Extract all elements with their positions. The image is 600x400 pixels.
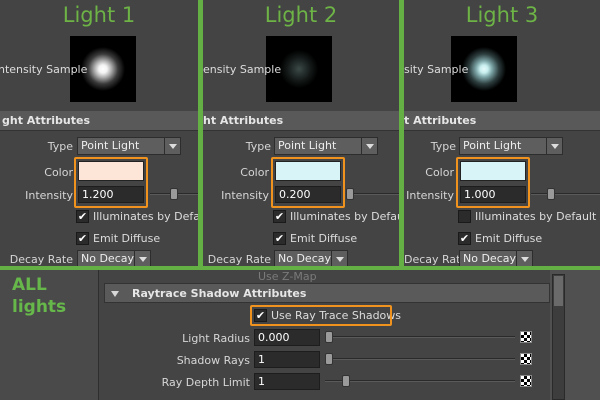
illuminates-checkbox[interactable]: ✔ [273,210,286,223]
color-label: Color [44,166,73,179]
light-attributes-header[interactable]: ht Attributes [203,111,399,131]
intensity-slider-handle[interactable] [346,188,354,200]
decay-rate-label: Decay Rate [404,253,468,266]
section-header-label: ght Attributes [2,114,90,127]
all-lights-line2: lights [12,297,67,317]
light-radius-slider-handle[interactable] [325,331,333,343]
illuminates-checkbox[interactable] [458,210,471,223]
type-label: Type [47,140,73,153]
section-header-label: ht Attributes [203,114,284,127]
light-attributes-header[interactable]: ght Attributes [0,111,198,131]
decay-value: No Decay [463,252,516,265]
light-radius-input[interactable]: 0.000 [254,329,320,346]
light-1-panel: Light 1 ntensity Sample ght Attributes T… [0,0,198,268]
emit-diffuse-label: Emit Diffuse [475,232,543,245]
light-attributes-header[interactable]: t Attributes [404,111,600,131]
shadow-rays-input[interactable]: 1 [254,351,320,368]
color-label: Color [425,166,454,179]
type-dropdown[interactable]: Point Light [459,137,563,155]
all-lights-caption: ALL lights [12,274,66,318]
checker-map-icon[interactable] [520,353,532,365]
chevron-down-icon [134,251,150,267]
intensity-label: Intensity [221,189,269,202]
intensity-slider-handle[interactable] [170,188,178,200]
intensity-sample-label: ntensity Sample [0,63,88,76]
decay-value: No Decay [81,252,134,265]
use-z-map-label: Use Z-Map [258,270,317,283]
type-label: Type [430,140,456,153]
intensity-slider-handle[interactable] [547,188,555,200]
highlight-box [74,157,148,208]
highlight-box [250,305,392,326]
light-3-panel: Light 3 sity Sample t Attributes Type Po… [404,0,600,268]
chevron-down-icon [164,138,180,154]
ray-depth-limit-label: Ray Depth Limit [161,376,250,389]
illuminates-label: Illuminates by Default [475,210,597,223]
light-2-panel: Light 2 ensity Sample ht Attributes Type… [203,0,399,268]
color-label: Color [240,166,269,179]
ray-depth-limit-input[interactable]: 1 [254,373,320,390]
intensity-slider-track[interactable] [531,193,600,195]
divider-vertical-2 [399,0,404,272]
type-value: Point Light [81,139,140,152]
illuminates-label: Illuminates by Default [290,210,399,223]
divider-vertical-1 [198,0,203,272]
light-radius-slider-track[interactable] [325,336,515,338]
emit-diffuse-checkbox[interactable]: ✔ [76,232,89,245]
chevron-down-icon [361,138,377,154]
shadow-rays-slider-handle[interactable] [325,353,333,365]
decay-rate-label: Decay Rate [207,253,271,266]
emit-diffuse-checkbox[interactable]: ✔ [273,232,286,245]
light-radius-label: Light Radius [182,332,250,345]
chevron-down-icon [516,251,532,267]
shadow-rays-label: Shadow Rays [176,354,250,367]
highlight-box [271,157,345,208]
highlight-box [456,157,530,208]
checker-map-icon[interactable] [520,331,532,343]
intensity-label: Intensity [25,189,73,202]
expand-triangle-icon [111,291,119,297]
intensity-sample-label: sity Sample [404,63,469,76]
intensity-sample-label: ensity Sample [203,63,282,76]
checker-map-icon[interactable] [520,375,532,387]
ray-depth-slider-handle[interactable] [342,375,350,387]
emit-diffuse-checkbox[interactable]: ✔ [458,232,471,245]
type-value: Point Light [463,139,522,152]
illuminates-label: Illuminates by Default [93,210,198,223]
ray-depth-slider-track[interactable] [325,380,515,382]
scrollbar-thumb[interactable] [554,276,563,306]
illuminates-checkbox[interactable]: ✔ [76,210,89,223]
emit-diffuse-label: Emit Diffuse [93,232,161,245]
emit-diffuse-label: Emit Diffuse [290,232,358,245]
raytrace-shadow-header[interactable]: Raytrace Shadow Attributes [104,283,550,303]
type-value: Point Light [278,139,337,152]
raytrace-header-label: Raytrace Shadow Attributes [132,287,307,300]
chevron-down-icon [331,251,347,267]
intensity-label: Intensity [406,189,454,202]
type-dropdown[interactable]: Point Light [77,137,181,155]
all-lights-line1: ALL [12,275,47,295]
chevron-down-icon [546,138,562,154]
panel-title: Light 1 [62,3,136,27]
type-label: Type [245,140,271,153]
section-header-label: t Attributes [404,114,477,127]
panel-title: Light 2 [264,3,338,27]
shadow-rays-slider-track[interactable] [325,358,515,360]
decay-rate-label: Decay Rate [9,253,73,266]
panel-title: Light 3 [465,3,539,27]
decay-value: No Decay [278,252,331,265]
type-dropdown[interactable]: Point Light [274,137,378,155]
